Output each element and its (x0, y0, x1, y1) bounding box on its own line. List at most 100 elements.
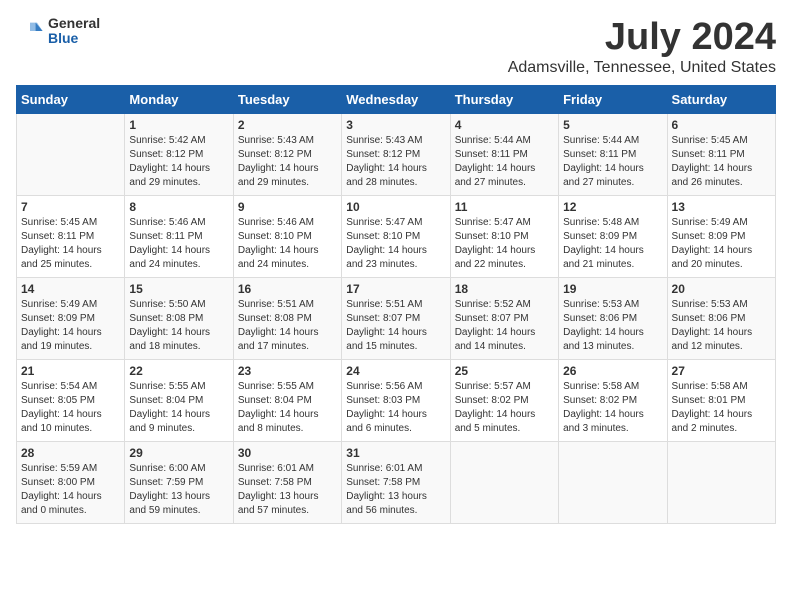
title-block: July 2024 Adamsville, Tennessee, United … (508, 16, 776, 77)
day-number: 30 (238, 446, 337, 460)
day-number: 11 (455, 200, 554, 214)
logo-general: General (48, 16, 100, 31)
calendar-cell: 12Sunrise: 5:48 AM Sunset: 8:09 PM Dayli… (559, 196, 667, 278)
day-number: 26 (563, 364, 662, 378)
cell-content: Sunrise: 5:48 AM Sunset: 8:09 PM Dayligh… (563, 216, 662, 272)
header-day-saturday: Saturday (667, 86, 775, 114)
calendar-cell: 25Sunrise: 5:57 AM Sunset: 8:02 PM Dayli… (450, 360, 558, 442)
calendar-cell: 29Sunrise: 6:00 AM Sunset: 7:59 PM Dayli… (125, 442, 233, 524)
day-number: 23 (238, 364, 337, 378)
cell-content: Sunrise: 5:43 AM Sunset: 8:12 PM Dayligh… (238, 134, 337, 190)
header-day-friday: Friday (559, 86, 667, 114)
calendar-cell: 11 Sunrise: 5:47 AM Sunset: 8:10 PM Dayli… (450, 196, 558, 278)
cell-content: Sunrise: 5:45 AM Sunset: 8:11 PM Dayligh… (672, 134, 771, 190)
cell-content: Sunrise: 5:52 AM Sunset: 8:07 PM Dayligh… (455, 298, 554, 354)
day-number: 10 (346, 200, 445, 214)
calendar-cell: 27Sunrise: 5:58 AM Sunset: 8:01 PM Dayli… (667, 360, 775, 442)
calendar-cell: 19 Sunrise: 5:53 AM Sunset: 8:06 PM Dayli… (559, 278, 667, 360)
calendar-cell: 17 Sunrise: 5:51 AM Sunset: 8:07 PM Dayli… (342, 278, 450, 360)
calendar-cell: 1Sunrise: 5:42 AM Sunset: 8:12 PM Daylig… (125, 114, 233, 196)
calendar-cell: 16 Sunrise: 5:51 AM Sunset: 8:08 PM Dayli… (233, 278, 341, 360)
day-number: 18 (455, 282, 554, 296)
calendar-cell: 4 Sunrise: 5:44 AM Sunset: 8:11 PM Daylig… (450, 114, 558, 196)
cell-content: Sunrise: 5:43 AM Sunset: 8:12 PM Dayligh… (346, 134, 445, 190)
day-number: 19 (563, 282, 662, 296)
day-number: 20 (672, 282, 771, 296)
day-number: 16 (238, 282, 337, 296)
day-number: 22 (129, 364, 228, 378)
main-title: July 2024 (508, 16, 776, 59)
page-header: General Blue July 2024 Adamsville, Tenne… (16, 16, 776, 77)
calendar-week-row: 7Sunrise: 5:45 AM Sunset: 8:11 PM Daylig… (17, 196, 776, 278)
calendar-week-row: 14 Sunrise: 5:49 AM Sunset: 8:09 PM Dayli… (17, 278, 776, 360)
cell-content: Sunrise: 5:50 AM Sunset: 8:08 PM Dayligh… (129, 298, 228, 354)
calendar-cell (17, 114, 125, 196)
calendar-week-row: 28 Sunrise: 5:59 AM Sunset: 8:00 PM Dayli… (17, 442, 776, 524)
cell-content: Sunrise: 5:51 AM Sunset: 8:08 PM Dayligh… (238, 298, 337, 354)
cell-content: Sunrise: 6:00 AM Sunset: 7:59 PM Dayligh… (129, 462, 228, 518)
calendar-week-row: 21 Sunrise: 5:54 AM Sunset: 8:05 PM Dayli… (17, 360, 776, 442)
calendar-cell: 15 Sunrise: 5:50 AM Sunset: 8:08 PM Dayli… (125, 278, 233, 360)
calendar-cell (667, 442, 775, 524)
calendar-cell: 2 Sunrise: 5:43 AM Sunset: 8:12 PM Daylig… (233, 114, 341, 196)
cell-content: Sunrise: 5:59 AM Sunset: 8:00 PM Dayligh… (21, 462, 120, 518)
logo: General Blue (16, 16, 100, 47)
subtitle: Adamsville, Tennessee, United States (508, 59, 776, 77)
cell-content: Sunrise: 5:47 AM Sunset: 8:10 PM Dayligh… (455, 216, 554, 272)
day-number: 8 (129, 200, 228, 214)
cell-content: Sunrise: 5:53 AM Sunset: 8:06 PM Dayligh… (563, 298, 662, 354)
calendar-cell: 9Sunrise: 5:46 AM Sunset: 8:10 PM Daylig… (233, 196, 341, 278)
header-day-wednesday: Wednesday (342, 86, 450, 114)
cell-content: Sunrise: 5:44 AM Sunset: 8:11 PM Dayligh… (455, 134, 554, 190)
cell-content: Sunrise: 5:53 AM Sunset: 8:06 PM Dayligh… (672, 298, 771, 354)
cell-content: Sunrise: 5:47 AM Sunset: 8:10 PM Dayligh… (346, 216, 445, 272)
calendar-cell: 23Sunrise: 5:55 AM Sunset: 8:04 PM Dayli… (233, 360, 341, 442)
day-number: 31 (346, 446, 445, 460)
day-number: 6 (672, 118, 771, 132)
day-number: 14 (21, 282, 120, 296)
calendar-cell: 8 Sunrise: 5:46 AM Sunset: 8:11 PM Daylig… (125, 196, 233, 278)
logo-text: General Blue (48, 16, 100, 47)
day-number: 28 (21, 446, 120, 460)
day-number: 7 (21, 200, 120, 214)
cell-content: Sunrise: 6:01 AM Sunset: 7:58 PM Dayligh… (346, 462, 445, 518)
calendar-cell: 18 Sunrise: 5:52 AM Sunset: 8:07 PM Dayli… (450, 278, 558, 360)
cell-content: Sunrise: 5:54 AM Sunset: 8:05 PM Dayligh… (21, 380, 120, 436)
day-number: 21 (21, 364, 120, 378)
calendar-cell (450, 442, 558, 524)
day-number: 27 (672, 364, 771, 378)
calendar-cell: 5Sunrise: 5:44 AM Sunset: 8:11 PM Daylig… (559, 114, 667, 196)
day-number: 3 (346, 118, 445, 132)
calendar-cell: 21 Sunrise: 5:54 AM Sunset: 8:05 PM Dayli… (17, 360, 125, 442)
day-number: 17 (346, 282, 445, 296)
day-number: 13 (672, 200, 771, 214)
calendar-cell: 10 Sunrise: 5:47 AM Sunset: 8:10 PM Dayli… (342, 196, 450, 278)
calendar-cell: 3 Sunrise: 5:43 AM Sunset: 8:12 PM Daylig… (342, 114, 450, 196)
calendar-cell: 28 Sunrise: 5:59 AM Sunset: 8:00 PM Dayli… (17, 442, 125, 524)
calendar-cell: 26Sunrise: 5:58 AM Sunset: 8:02 PM Dayli… (559, 360, 667, 442)
day-number: 24 (346, 364, 445, 378)
calendar-cell: 13Sunrise: 5:49 AM Sunset: 8:09 PM Dayli… (667, 196, 775, 278)
cell-content: Sunrise: 5:51 AM Sunset: 8:07 PM Dayligh… (346, 298, 445, 354)
calendar-cell: 7Sunrise: 5:45 AM Sunset: 8:11 PM Daylig… (17, 196, 125, 278)
calendar-week-row: 1Sunrise: 5:42 AM Sunset: 8:12 PM Daylig… (17, 114, 776, 196)
header-day-sunday: Sunday (17, 86, 125, 114)
day-number: 25 (455, 364, 554, 378)
calendar-cell: 6 Sunrise: 5:45 AM Sunset: 8:11 PM Daylig… (667, 114, 775, 196)
day-number: 15 (129, 282, 228, 296)
day-number: 2 (238, 118, 337, 132)
calendar-cell (559, 442, 667, 524)
cell-content: Sunrise: 5:55 AM Sunset: 8:04 PM Dayligh… (129, 380, 228, 436)
calendar-cell: 30Sunrise: 6:01 AM Sunset: 7:58 PM Dayli… (233, 442, 341, 524)
cell-content: Sunrise: 5:46 AM Sunset: 8:11 PM Dayligh… (129, 216, 228, 272)
calendar-cell: 22 Sunrise: 5:55 AM Sunset: 8:04 PM Dayli… (125, 360, 233, 442)
day-number: 4 (455, 118, 554, 132)
logo-icon (16, 17, 44, 45)
header-day-thursday: Thursday (450, 86, 558, 114)
cell-content: Sunrise: 5:49 AM Sunset: 8:09 PM Dayligh… (21, 298, 120, 354)
calendar-cell: 14 Sunrise: 5:49 AM Sunset: 8:09 PM Dayli… (17, 278, 125, 360)
calendar-cell: 24Sunrise: 5:56 AM Sunset: 8:03 PM Dayli… (342, 360, 450, 442)
day-number: 1 (129, 118, 228, 132)
logo-blue: Blue (48, 31, 100, 46)
calendar-cell: 20 Sunrise: 5:53 AM Sunset: 8:06 PM Dayli… (667, 278, 775, 360)
